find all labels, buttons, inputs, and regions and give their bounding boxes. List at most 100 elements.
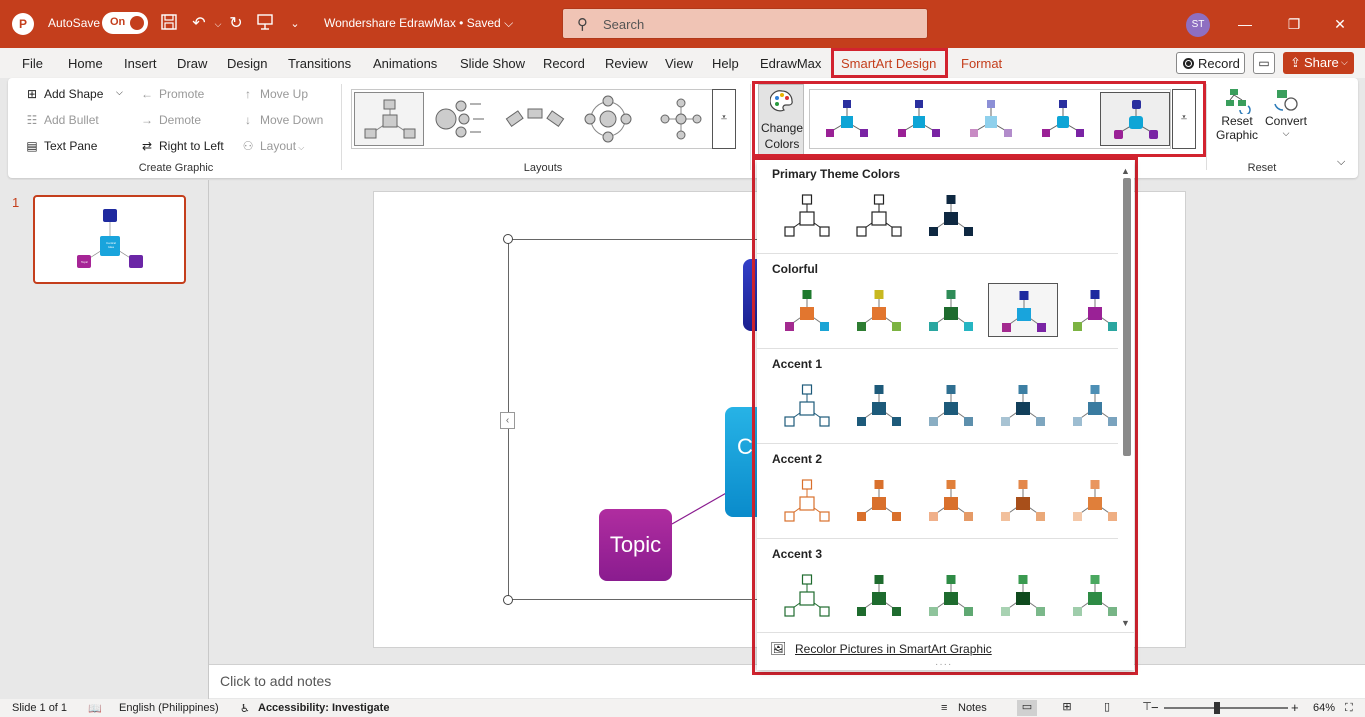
layout-thumb-cycle[interactable] bbox=[573, 92, 643, 146]
move-up-button[interactable]: ↑ Move Up bbox=[240, 87, 308, 101]
colorful-swatch-1[interactable] bbox=[772, 283, 842, 337]
accent3-swatch-2[interactable] bbox=[844, 568, 914, 622]
share-button[interactable]: ⇪ Share ⌵ bbox=[1283, 52, 1354, 74]
minimize-icon[interactable]: — bbox=[1231, 10, 1259, 38]
scrollbar-thumb[interactable] bbox=[1123, 178, 1131, 456]
zoom-slider-thumb[interactable] bbox=[1214, 702, 1220, 714]
scroll-down-icon[interactable]: ▼ bbox=[1121, 618, 1130, 628]
primary-theme-swatch-2[interactable] bbox=[844, 188, 914, 242]
section-divider bbox=[757, 253, 1118, 254]
promote-button[interactable]: ← Promote bbox=[139, 87, 204, 101]
redo-icon[interactable]: ↻ bbox=[225, 13, 247, 35]
accent1-swatch-2[interactable] bbox=[844, 378, 914, 432]
comments-icon[interactable]: ▭ bbox=[1253, 52, 1275, 74]
accent1-swatch-1[interactable] bbox=[772, 378, 842, 432]
recolor-pictures-item[interactable]: 🖼 Recolor Pictures in SmartArt Graphic ·… bbox=[757, 632, 1134, 670]
accent2-swatch-4[interactable] bbox=[988, 473, 1058, 527]
close-icon[interactable]: ✕ bbox=[1326, 10, 1354, 38]
accent3-swatch-1[interactable] bbox=[772, 568, 842, 622]
tab-help[interactable]: Help bbox=[712, 56, 739, 71]
dropdown-scrollbar[interactable]: ▲ ▼ bbox=[1120, 166, 1132, 630]
section-colorful: Colorful bbox=[772, 262, 818, 276]
tab-draw[interactable]: Draw bbox=[177, 56, 207, 71]
document-title[interactable]: Wondershare EdrawMax • Saved ⌵ bbox=[324, 16, 513, 31]
colorful-swatch-2[interactable] bbox=[844, 283, 914, 337]
recolor-pictures-icon: 🖼 bbox=[770, 641, 787, 656]
zoom-level[interactable]: 64% bbox=[1313, 702, 1335, 714]
fit-to-window-icon[interactable]: ⛶ bbox=[1345, 702, 1353, 715]
spell-check-icon[interactable]: 📖 bbox=[88, 702, 102, 715]
text-pane-button[interactable]: ▤ Text Pane bbox=[24, 139, 97, 153]
notes-button[interactable]: Notes bbox=[958, 702, 987, 714]
save-icon[interactable] bbox=[158, 13, 180, 35]
primary-theme-swatch-1[interactable] bbox=[772, 188, 842, 242]
tab-file[interactable]: File bbox=[22, 56, 43, 71]
normal-view-icon[interactable]: ▭ bbox=[1017, 700, 1037, 716]
customize-qat-icon[interactable]: ⌄ bbox=[284, 13, 306, 35]
accent2-swatch-3[interactable] bbox=[916, 473, 986, 527]
tab-home[interactable]: Home bbox=[68, 56, 103, 71]
tab-transitions[interactable]: Transitions bbox=[288, 56, 351, 71]
tab-slide-show[interactable]: Slide Show bbox=[460, 56, 525, 71]
convert-icon bbox=[1271, 86, 1301, 114]
toggle-knob bbox=[130, 16, 144, 30]
tab-review[interactable]: Review bbox=[605, 56, 648, 71]
accent3-swatch-3[interactable] bbox=[916, 568, 986, 622]
layout-thumb-radial[interactable] bbox=[354, 92, 424, 146]
layouts-more-button[interactable]: ⩡ bbox=[712, 89, 736, 149]
layout-thumb-diamonds[interactable] bbox=[500, 92, 570, 146]
accent3-swatch-4[interactable] bbox=[988, 568, 1058, 622]
primary-theme-swatch-3[interactable] bbox=[916, 188, 986, 242]
language-indicator[interactable]: English (Philippines) bbox=[119, 702, 219, 714]
smartart-frame[interactable] bbox=[508, 239, 758, 600]
resize-handle[interactable] bbox=[503, 234, 513, 244]
resize-handle[interactable] bbox=[503, 595, 513, 605]
resize-grip-icon[interactable]: ···· bbox=[935, 659, 952, 670]
user-avatar[interactable]: ST bbox=[1186, 13, 1210, 37]
tab-edrawmax[interactable]: EdrawMax bbox=[760, 56, 821, 71]
autosave-toggle[interactable]: On bbox=[102, 12, 148, 34]
reading-view-icon[interactable]: ▯ bbox=[1097, 700, 1117, 716]
accent1-swatch-3[interactable] bbox=[916, 378, 986, 432]
present-icon[interactable] bbox=[254, 13, 276, 35]
collapse-ribbon-icon[interactable]: ⌵ bbox=[1337, 156, 1345, 169]
layout-thumb-hub[interactable] bbox=[646, 92, 716, 146]
accent1-swatch-4[interactable] bbox=[988, 378, 1058, 432]
tab-record[interactable]: Record bbox=[543, 56, 585, 71]
tab-design[interactable]: Design bbox=[227, 56, 267, 71]
accent2-swatch-1[interactable] bbox=[772, 473, 842, 527]
slide-thumbnail[interactable]: Central Idea Topic bbox=[33, 195, 186, 284]
thumb-topic-label: Topic bbox=[80, 260, 88, 264]
reset-graphic-button[interactable]: Reset Graphic bbox=[1212, 84, 1262, 154]
demote-button[interactable]: → Demote bbox=[139, 113, 201, 127]
record-button[interactable]: Record bbox=[1176, 52, 1245, 74]
slide-sorter-icon[interactable]: ⊞ bbox=[1057, 700, 1077, 716]
add-shape-dropdown-icon[interactable]: ⌵ bbox=[116, 87, 123, 98]
section-accent-1: Accent 1 bbox=[772, 357, 823, 371]
add-shape-button[interactable]: ⊞ Add Shape bbox=[24, 87, 103, 101]
move-down-button[interactable]: ↓ Move Down bbox=[240, 113, 323, 127]
colorful-swatch-4[interactable] bbox=[988, 283, 1058, 337]
gallery-expand-icon: ⩡ bbox=[720, 112, 728, 124]
tab-animations[interactable]: Animations bbox=[373, 56, 437, 71]
text-pane-toggle-icon[interactable]: ‹ bbox=[500, 412, 515, 429]
zoom-in-icon[interactable]: + bbox=[1291, 700, 1299, 715]
add-bullet-button[interactable]: ☷ Add Bullet bbox=[24, 113, 99, 127]
tab-insert[interactable]: Insert bbox=[124, 56, 157, 71]
accessibility-status[interactable]: Accessibility: Investigate bbox=[258, 702, 389, 714]
tab-format[interactable]: Format bbox=[961, 56, 1002, 71]
restore-icon[interactable]: ❐ bbox=[1280, 10, 1308, 38]
zoom-slider[interactable] bbox=[1164, 707, 1288, 709]
add-shape-icon: ⊞ bbox=[26, 87, 38, 101]
section-divider bbox=[757, 538, 1118, 539]
tab-view[interactable]: View bbox=[665, 56, 693, 71]
scroll-up-icon[interactable]: ▲ bbox=[1121, 166, 1130, 176]
right-to-left-button[interactable]: ⇄ Right to Left bbox=[139, 139, 224, 153]
colorful-swatch-3[interactable] bbox=[916, 283, 986, 337]
search-input[interactable]: ⚲ Search bbox=[562, 8, 928, 39]
layout-thumb-circle-list[interactable] bbox=[427, 92, 497, 146]
accent2-swatch-2[interactable] bbox=[844, 473, 914, 527]
layout-button[interactable]: ⚇ Layout ⌵ bbox=[240, 139, 305, 153]
zoom-out-icon[interactable]: − bbox=[1151, 700, 1159, 715]
convert-button[interactable]: Convert ⌵ bbox=[1261, 84, 1311, 154]
